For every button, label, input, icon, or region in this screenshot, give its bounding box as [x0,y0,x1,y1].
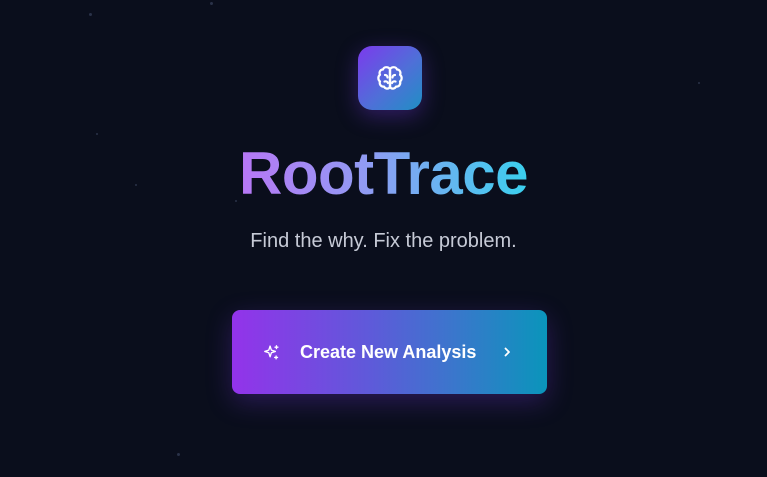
background-star [698,82,700,84]
app-title-text: RootTrace [239,140,528,207]
background-star [177,453,180,456]
background-star [89,13,92,16]
background-star [210,2,213,5]
create-new-analysis-label: Create New Analysis [300,342,477,362]
chevron-right-icon [504,347,510,357]
sparkles-icon [264,345,279,360]
create-new-analysis-button[interactable]: Create New Analysis [232,310,547,394]
app-title: RootTrace [0,138,767,210]
background-star [96,133,98,135]
brain-icon [377,66,403,90]
app-tagline: Find the why. Fix the problem. [250,230,517,252]
app-logo [358,46,422,110]
landing-screen: RootTrace Find the why. Fix the problem.… [0,0,767,477]
